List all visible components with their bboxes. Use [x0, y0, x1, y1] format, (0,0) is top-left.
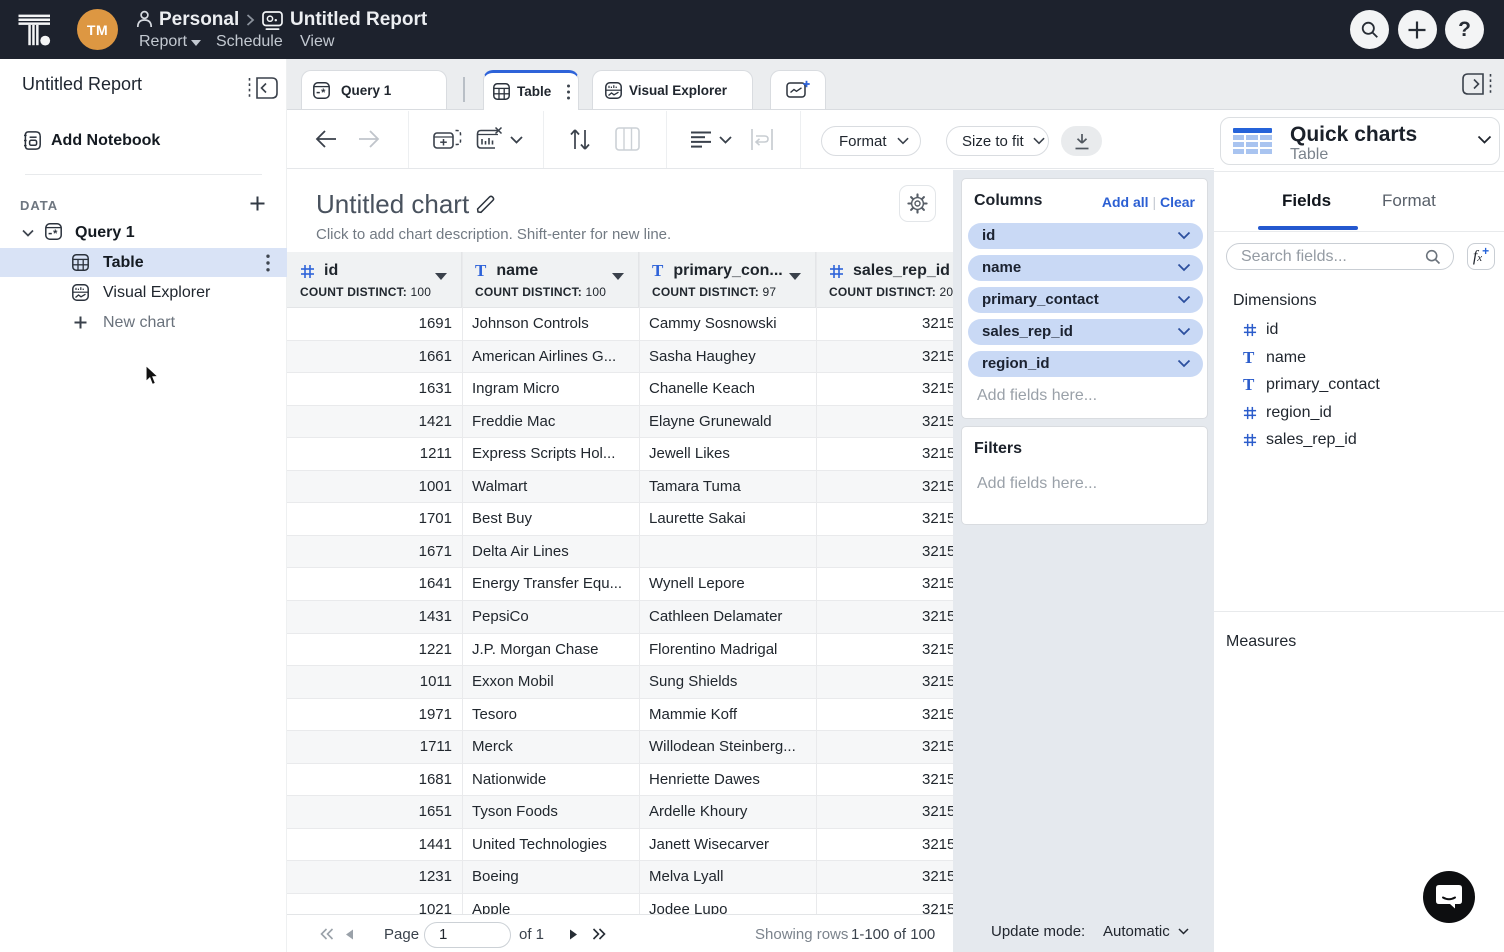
svg-text:*: * — [53, 228, 58, 240]
svg-text:*: * — [321, 87, 326, 99]
